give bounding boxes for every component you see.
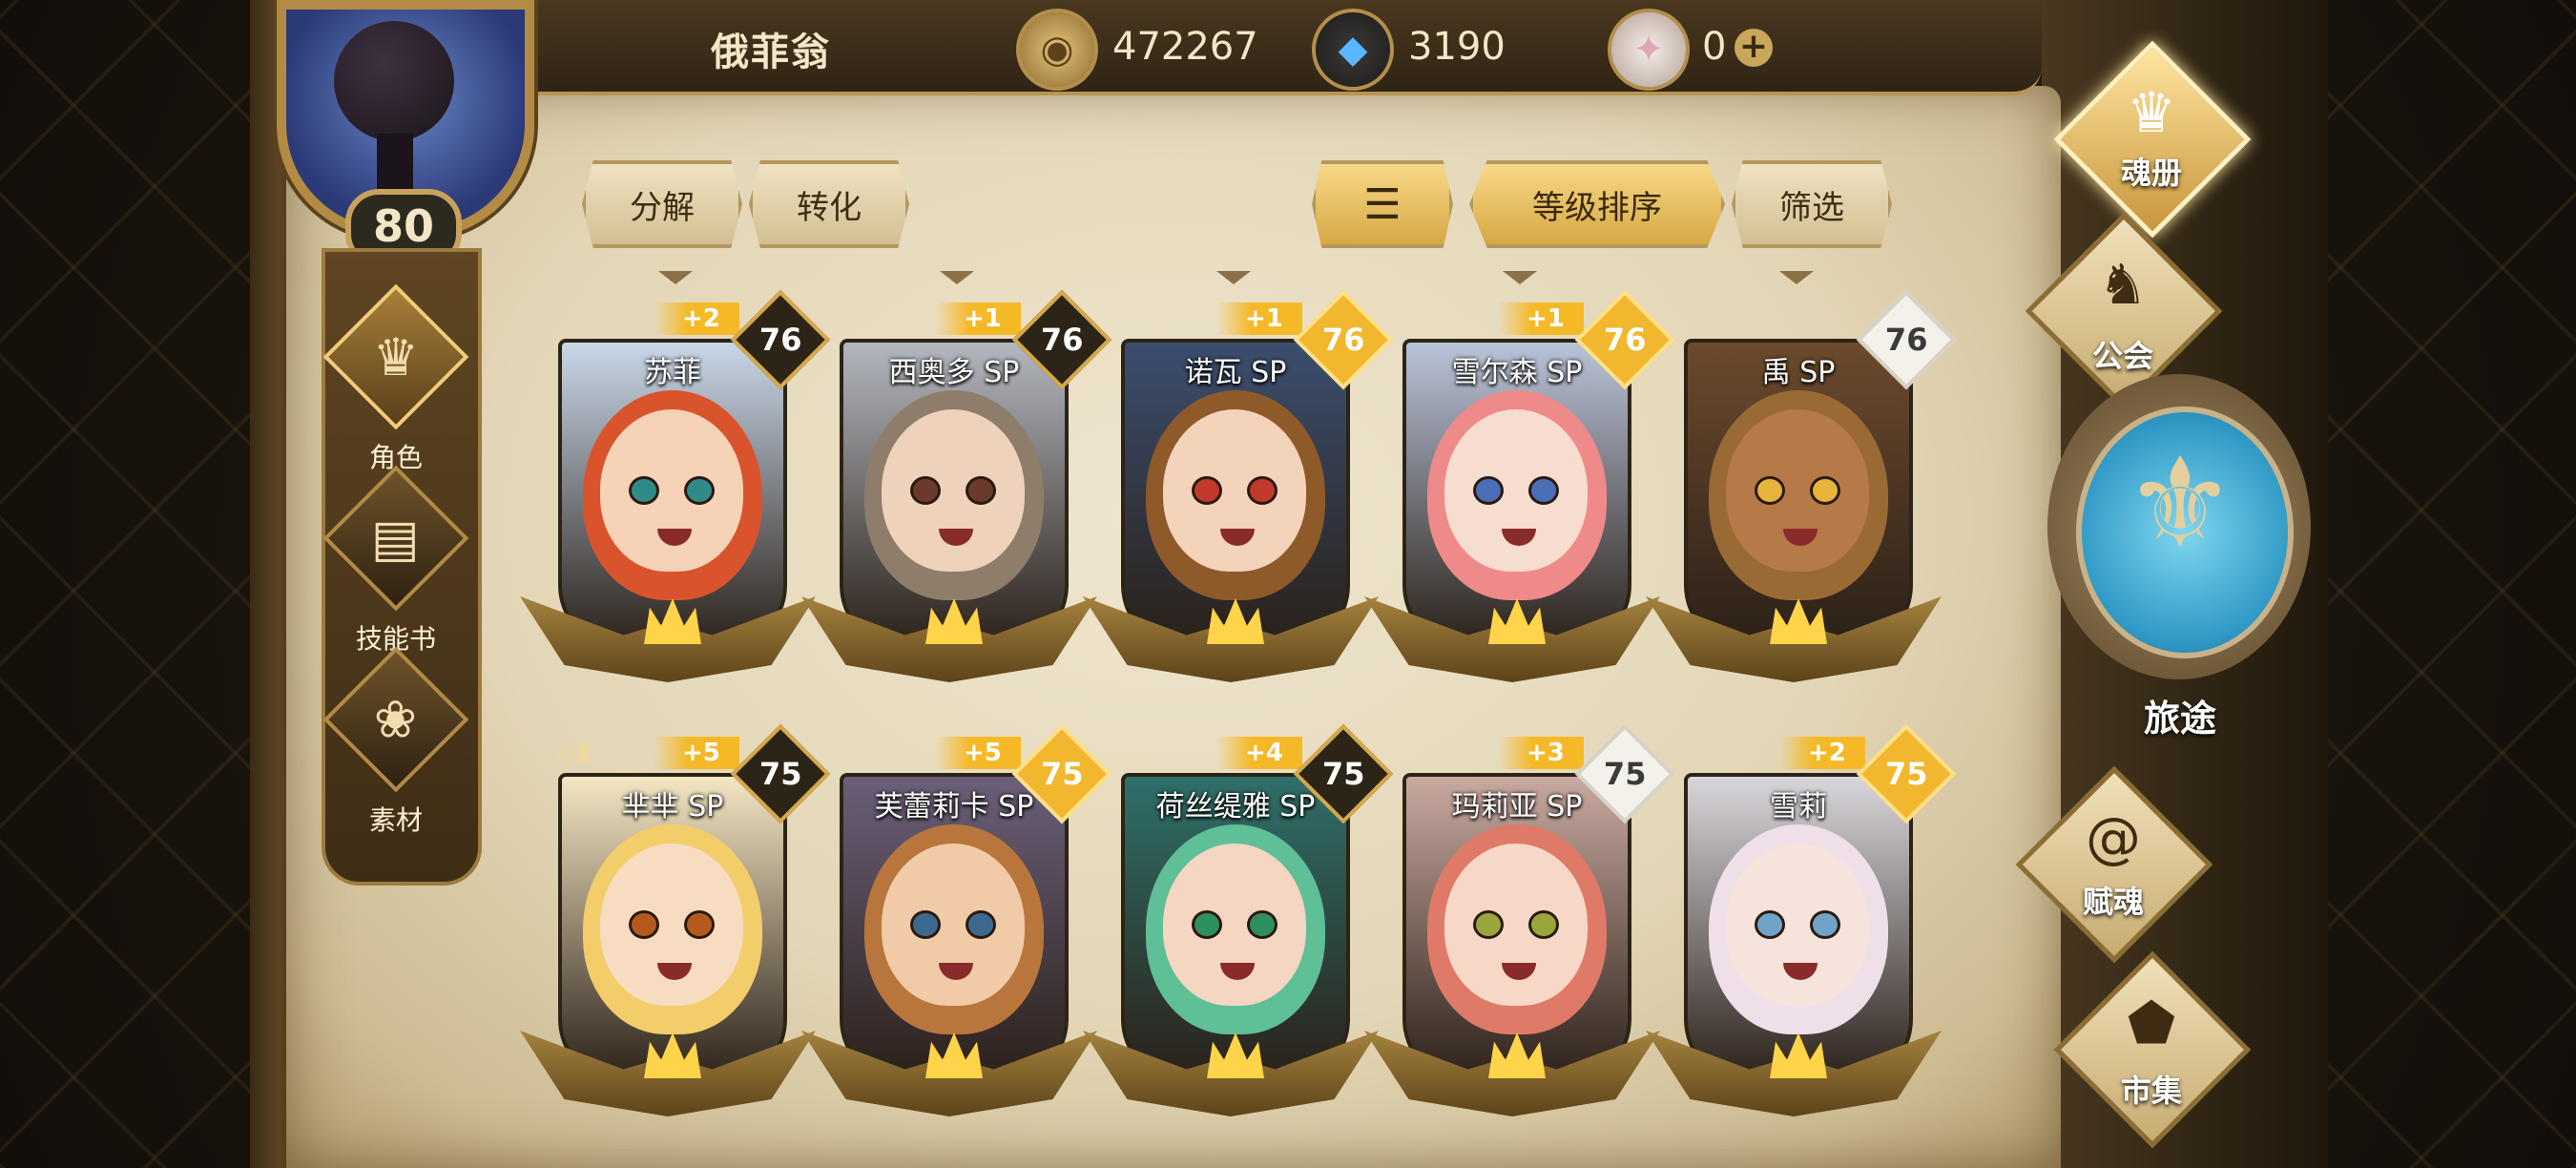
gem-icon: ✦ (1608, 9, 1690, 91)
pentagon-icon: ⬟ (2127, 991, 2176, 1055)
enhance-tag: +3 (1498, 737, 1584, 769)
character-card[interactable]: 芈芈 SP +5 ◇1 75 (520, 723, 831, 1116)
level-value: 76 (758, 322, 802, 358)
nav-guild-label: 公会 (2091, 338, 2153, 374)
character-card[interactable]: 西奥多 SP +1 76 (801, 289, 1112, 682)
divider-notch (940, 271, 974, 284)
portrait-eyes (629, 910, 715, 939)
portrait-eyes (1755, 910, 1840, 939)
level-value: 75 (1040, 756, 1084, 792)
level-value: 76 (1040, 322, 1084, 358)
character-card[interactable]: 芙蕾莉卡 SP +5 75 (801, 723, 1112, 1116)
portrait-eyes (910, 476, 996, 505)
enhance-tag: +1 (1216, 302, 1302, 335)
level-value: 76 (1603, 322, 1647, 358)
book-icon: ▤ (322, 465, 469, 612)
portrait-eyes (629, 476, 715, 505)
awaken-tag: ◇1 (558, 740, 592, 767)
coin-icon: ◉ (1016, 9, 1098, 91)
divider-notch (1779, 271, 1814, 284)
level-value: 76 (1884, 322, 1928, 358)
avatar-body (377, 134, 413, 191)
portrait-eyes (1473, 910, 1559, 939)
nav-soul-infuse[interactable]: @ 赋魂 (2004, 765, 2223, 964)
nav-journey[interactable]: ⚜ 旅途 (2042, 374, 2318, 756)
swirl-icon: @ (2086, 805, 2141, 870)
add-gem-button[interactable]: + (1735, 29, 1773, 67)
portrait-eyes (1755, 476, 1840, 505)
nav-soul-infuse-label: 赋魂 (2082, 884, 2144, 920)
helmet-icon: ♛ (2127, 80, 2176, 145)
enhance-tag: +5 (654, 737, 739, 769)
avatar-head (334, 21, 454, 141)
portrait-eyes (1192, 476, 1278, 505)
gem-count: 0 (1702, 25, 1727, 69)
character-card[interactable]: 禹 SP 76 (1646, 289, 1957, 682)
divider-notch (658, 271, 693, 284)
enhance-tag: +5 (935, 737, 1021, 769)
divider-notch (1503, 271, 1537, 284)
character-card[interactable]: 雪莉 +2 75 (1646, 723, 1957, 1116)
nav-journey-label: 旅途 (2143, 698, 2216, 740)
crystal-icon: ◆ (1312, 9, 1394, 91)
crystal-count: 3190 (1408, 25, 1506, 69)
sort-order-button[interactable]: ☰ (1312, 160, 1453, 248)
nav-guild[interactable]: ♞ 公会 (2013, 212, 2233, 410)
enhance-tag: +4 (1216, 737, 1302, 769)
nav-soul-book[interactable]: ♛ 魂册 (2042, 40, 2261, 239)
nav-materials[interactable]: ❀ 素材 (322, 646, 469, 838)
nav-skill-books[interactable]: ▤ 技能书 (322, 465, 469, 657)
convert-button[interactable]: 转化 (749, 160, 909, 248)
filter-button[interactable]: 筛选 (1732, 160, 1892, 248)
character-card[interactable]: 诺瓦 SP +1 76 (1083, 289, 1394, 682)
coin-count: 472267 (1112, 25, 1258, 69)
dragon-icon: ♞ (2098, 252, 2148, 317)
creature-icon: ❀ (322, 646, 469, 793)
level-value: 75 (1321, 756, 1365, 792)
enhance-tag: +1 (935, 302, 1021, 335)
decompose-button[interactable]: 分解 (582, 160, 742, 248)
character-card[interactable]: 玛莉亚 SP +3 75 (1364, 723, 1675, 1116)
level-value: 75 (1884, 756, 1928, 792)
enhance-tag: +1 (1498, 302, 1584, 335)
enhance-tag: +2 (654, 302, 739, 335)
player-name: 俄菲翁 (711, 31, 831, 74)
character-card[interactable]: 荷丝缇雅 SP +4 75 (1083, 723, 1394, 1116)
nav-soul-book-label: 魂册 (2120, 155, 2182, 191)
sort-icon: ☰ (1363, 179, 1402, 229)
nav-characters[interactable]: ♛ 角色 (322, 283, 469, 475)
nav-materials-label: 素材 (368, 804, 423, 836)
nav-market-label: 市集 (2120, 1073, 2182, 1109)
level-value: 75 (758, 756, 802, 792)
portrait-eyes (1192, 910, 1278, 939)
portrait-eyes (910, 910, 996, 939)
nav-market[interactable]: ⬟ 市集 (2042, 950, 2261, 1149)
level-value: 76 (1321, 322, 1365, 358)
sort-by-level-button[interactable]: 等级排序 (1469, 160, 1725, 248)
level-value: 75 (1603, 756, 1647, 792)
character-card[interactable]: 苏菲 +2 76 (520, 289, 831, 682)
emblem-icon: ⚜ (2124, 430, 2236, 575)
divider-notch (1216, 271, 1251, 284)
helmet-icon: ♛ (322, 283, 469, 430)
portrait-eyes (1473, 476, 1559, 505)
enhance-tag: +2 (1779, 737, 1865, 769)
character-card[interactable]: 雪尔森 SP +1 76 (1364, 289, 1675, 682)
